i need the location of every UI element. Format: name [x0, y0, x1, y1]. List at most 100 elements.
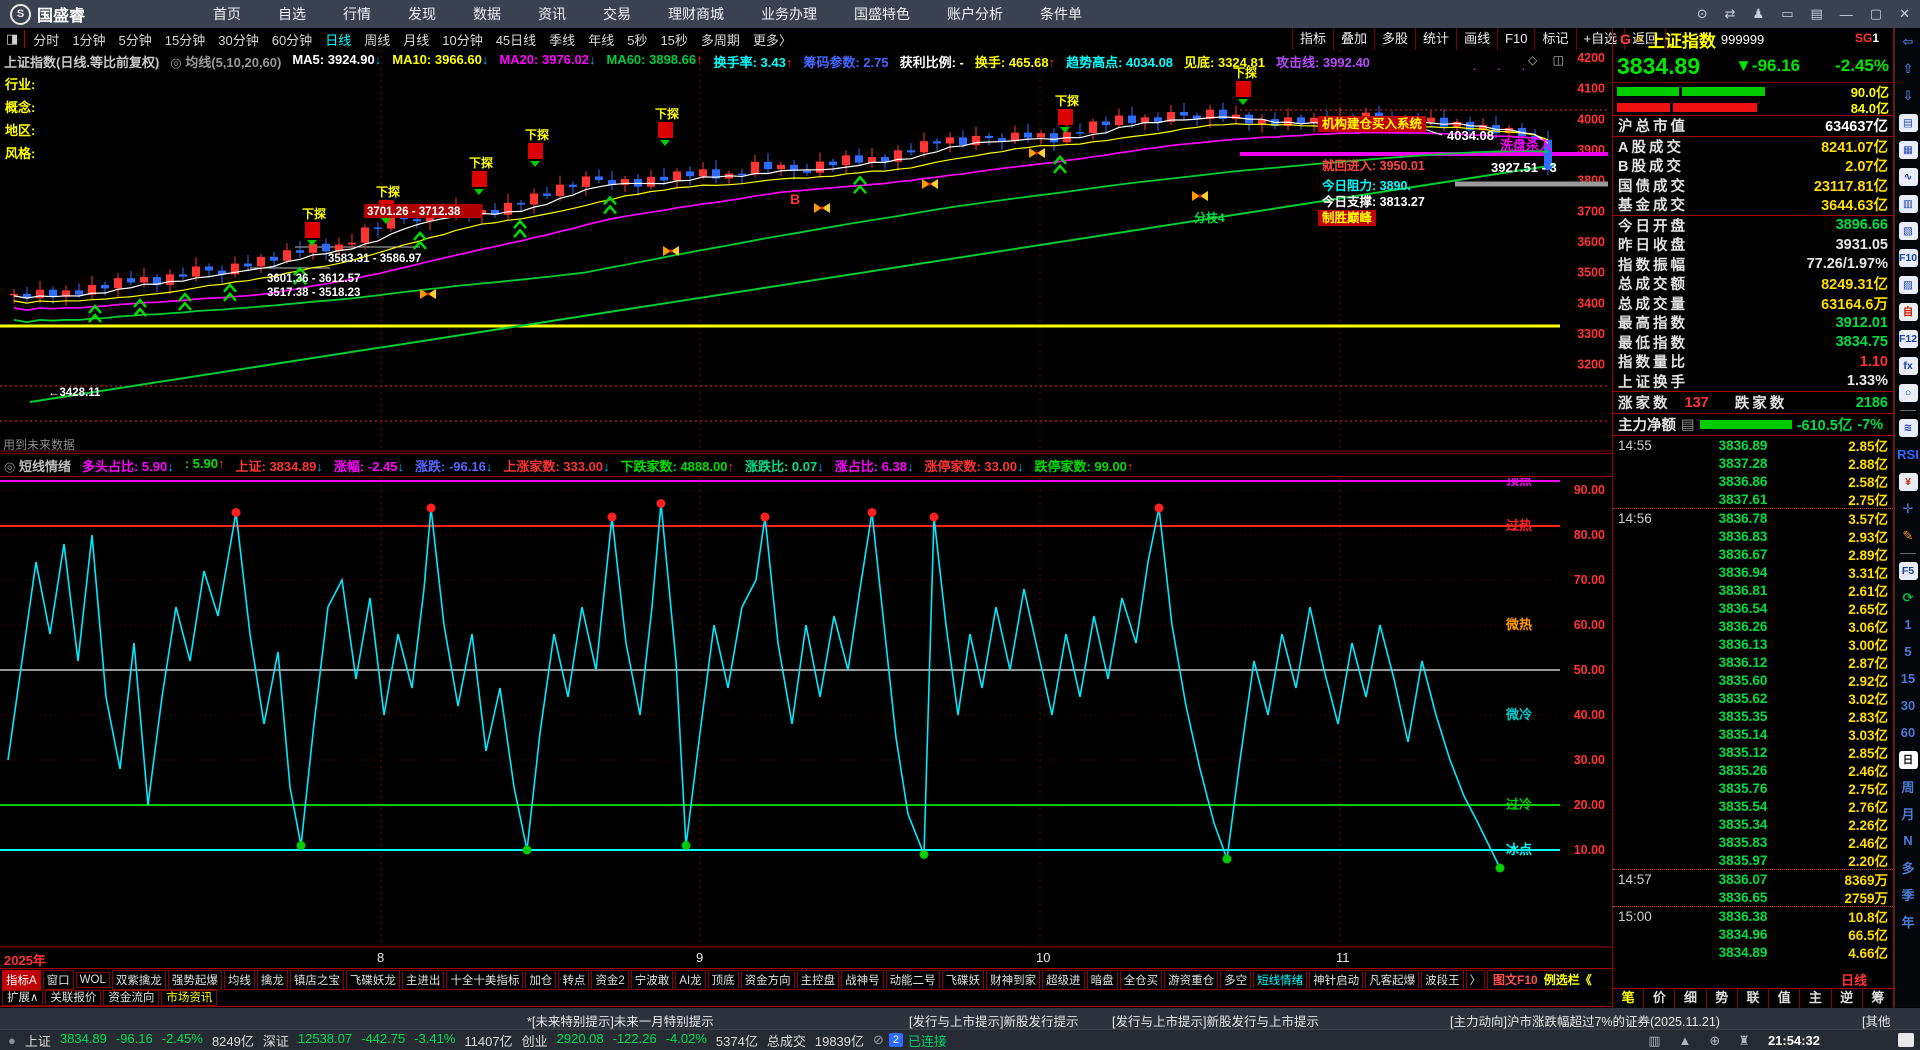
period-day-icon[interactable]: 日	[1897, 746, 1919, 773]
period-week-icon[interactable]: 周	[1897, 773, 1919, 800]
crosshair-icon[interactable]: ✛	[1897, 495, 1919, 522]
indicator-tab-WOL[interactable]: WOL	[75, 971, 110, 988]
period-1-icon[interactable]: 1	[1897, 611, 1919, 638]
news-item-5[interactable]: [其他	[1862, 1011, 1890, 1030]
maximize-icon[interactable]: ▢	[1870, 6, 1882, 22]
indicator-tab-暗盘[interactable]: 暗盘	[1086, 969, 1118, 990]
hotkey-icon[interactable]: ▲	[1679, 1033, 1692, 1048]
quote-tab-势[interactable]: 势	[1705, 989, 1737, 1008]
period-30-icon[interactable]: 30	[1897, 692, 1919, 719]
indicator-tab-战神号[interactable]: 战神号	[841, 969, 884, 990]
news-item-4[interactable]: [主力动向]沪市涨跌幅超过7%的证券(2025.11.21)	[1450, 1011, 1720, 1030]
timeframe-15秒[interactable]: 15秒	[660, 30, 687, 49]
wave-icon[interactable]: ≋	[1897, 414, 1919, 441]
toolbar-button-统计[interactable]: 统计	[1415, 28, 1456, 50]
timeframe-季线[interactable]: 季线	[549, 30, 575, 49]
period-year-icon[interactable]: 年	[1897, 908, 1919, 935]
timeframe-1分钟[interactable]: 1分钟	[72, 30, 105, 49]
quote-tab-价[interactable]: 价	[1643, 989, 1674, 1008]
indicator-tab-宁波敢[interactable]: 宁波敢	[630, 969, 674, 990]
sentiment-oscillator-chart[interactable]: 90.00 80.00 70.00 60.00 50.00 40.00 30.00 20.00…	[0, 478, 1612, 948]
down-arrow-icon[interactable]: ⇩	[1897, 82, 1919, 109]
monitor-icon[interactable]: ▭	[1781, 6, 1793, 22]
indicator-tab-〉[interactable]: 〉	[1465, 969, 1486, 990]
grid-view-icon[interactable]: ▦	[1897, 136, 1919, 163]
timeframe-年线[interactable]: 年线	[588, 30, 614, 49]
period-5-icon[interactable]: 5	[1897, 638, 1919, 665]
indicator-tab-飞碟妖[interactable]: 飞碟妖	[941, 969, 985, 990]
kline-chart-icon[interactable]: ▥	[1897, 190, 1919, 217]
toolbar-button-+自选[interactable]: +自选	[1575, 28, 1625, 50]
minimize-icon[interactable]: —	[1840, 7, 1853, 22]
switch-icon[interactable]: ⇄	[1725, 6, 1736, 22]
f5-icon[interactable]: F5	[1897, 557, 1919, 584]
timeframe-60分钟[interactable]: 60分钟	[272, 30, 312, 49]
indicator-tab-多空[interactable]: 多空	[1220, 969, 1252, 990]
back-arrow-icon[interactable]: ⇦	[1897, 28, 1919, 55]
indicator-tab-资金方向[interactable]: 资金方向	[740, 969, 795, 990]
indicator-tab-转点[interactable]: 转点	[558, 969, 590, 990]
indicator-tab-均线[interactable]: 均线	[223, 969, 255, 990]
main-candle-chart[interactable]: 4200 4100 4000 3900 3800 3700 3600 3500 3400 3300…	[0, 50, 1612, 452]
menu-item-4[interactable]: 发现	[408, 4, 436, 24]
expand-tab-市场资讯[interactable]: 市场资讯	[161, 990, 218, 1006]
indicator-tab-资金2[interactable]: 资金2	[591, 969, 629, 990]
menu-item-11[interactable]: 账户分析	[947, 4, 1003, 24]
period-quarter-icon[interactable]: 季	[1897, 881, 1919, 908]
toolbar-button-F10[interactable]: F10	[1497, 28, 1534, 50]
indicator-tab-AI龙[interactable]: AI龙	[675, 969, 706, 990]
up-arrow-icon[interactable]: ⇧	[1897, 55, 1919, 82]
f10-icon[interactable]: F10	[1897, 244, 1919, 271]
indicator-tab-主进出[interactable]: 主进出	[401, 969, 445, 990]
timeframe-15分钟[interactable]: 15分钟	[165, 30, 205, 49]
symbol-menu-icon[interactable]: ≡	[1636, 32, 1643, 46]
indicator-tab-波段王[interactable]: 波段王	[1421, 969, 1464, 990]
pencil-icon[interactable]: ✎	[1897, 522, 1919, 549]
indicator-tab-主控盘[interactable]: 主控盘	[796, 969, 840, 990]
news-item-2[interactable]: [发行与上市提示]新股发行提示	[909, 1011, 1078, 1030]
close-icon[interactable]: ✕	[1899, 6, 1910, 22]
trend-chart-icon[interactable]: ∿	[1897, 163, 1919, 190]
collapse-icon[interactable]: ◎	[4, 459, 15, 474]
quote-tab-筹[interactable]: 筹	[1861, 989, 1893, 1008]
menu-item-10[interactable]: 国盛特色	[854, 4, 910, 24]
timeframe-月线[interactable]: 月线	[403, 30, 429, 49]
quote-tab-细[interactable]: 细	[1674, 989, 1705, 1008]
toolbar-button-叠加[interactable]: 叠加	[1333, 28, 1374, 50]
pane-layout-icon[interactable]: ◨	[6, 31, 18, 47]
timeframe-5分钟[interactable]: 5分钟	[119, 30, 152, 49]
timeframe-10分钟[interactable]: 10分钟	[442, 30, 482, 49]
indicator-tab-窗口[interactable]: 窗口	[42, 969, 74, 990]
circle-tool-icon[interactable]: ○	[1897, 379, 1919, 406]
indicator-tab-强势起爆[interactable]: 强势起爆	[167, 969, 222, 990]
indicator-tab-短线情绪[interactable]: 短线情绪	[1253, 969, 1308, 990]
menu-item-6[interactable]: 资讯	[538, 4, 566, 24]
expand-tab-关联报价[interactable]: 关联报价	[45, 990, 102, 1006]
expand-tab-扩展∧[interactable]: 扩展∧	[2, 990, 44, 1006]
quote-tab-逆[interactable]: 逆	[1830, 989, 1862, 1008]
f12-icon[interactable]: F12	[1897, 325, 1919, 352]
timeframe-多周期[interactable]: 多周期	[701, 30, 740, 49]
menu-item-7[interactable]: 交易	[603, 4, 631, 24]
indicator-tab-擒龙[interactable]: 擒龙	[256, 969, 288, 990]
indicator-tab-超级进[interactable]: 超级进	[1042, 969, 1085, 990]
menu-item-8[interactable]: 理财商城	[668, 4, 724, 24]
skin-icon[interactable]: ▤	[1811, 6, 1823, 22]
quote-tab-笔[interactable]: 笔	[1613, 989, 1643, 1008]
refresh-icon[interactable]: ⟳	[1897, 584, 1919, 611]
timeframe-45日线[interactable]: 45日线	[496, 30, 536, 49]
news-item-1[interactable]: *[未来特别提示]未来一月特别提示	[527, 1011, 714, 1030]
custom-icon[interactable]: 自	[1897, 298, 1919, 325]
indicator-tab-加仓[interactable]: 加仓	[525, 969, 557, 990]
indicator-tab-双紫擒龙[interactable]: 双紫擒龙	[111, 969, 166, 990]
toolbar-button-多股[interactable]: 多股	[1374, 28, 1415, 50]
report-icon[interactable]: ▧	[1897, 217, 1919, 244]
news-item-3[interactable]: [发行与上市提示]新股发行与上市提示	[1112, 1011, 1319, 1030]
period-15-icon[interactable]: 15	[1897, 665, 1919, 692]
taskbar-corner[interactable]	[1898, 1033, 1914, 1047]
link-图文F10[interactable]: 图文F10	[1493, 971, 1538, 988]
timeframe-周线[interactable]: 周线	[364, 30, 390, 49]
rsi-icon[interactable]: RSI	[1897, 441, 1919, 468]
indicator-tab-飞碟妖龙[interactable]: 飞碟妖龙	[345, 969, 400, 990]
alert-icon[interactable]: ♜	[1738, 1033, 1750, 1049]
